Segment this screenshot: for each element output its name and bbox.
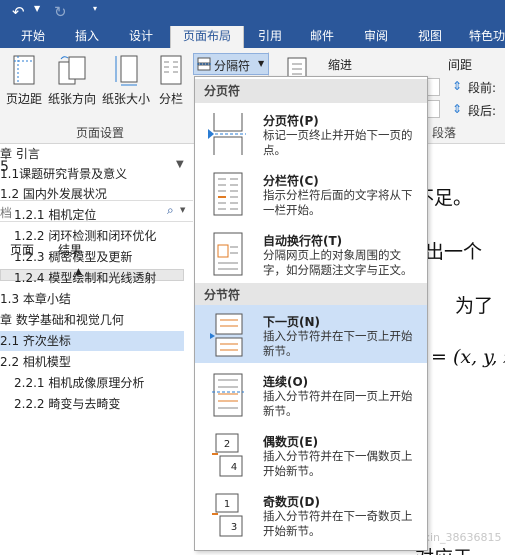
space-before-icon: ⇕ bbox=[452, 79, 463, 93]
nav-heading-item[interactable]: 章 数学基础和视觉几何 bbox=[0, 310, 184, 330]
navigation-pane: 5 ▼ 档 ⌕ ▼ 页面 结果 ▲ 章 引言 1.1课题研究背景及意义 1.2 国内… bbox=[0, 145, 193, 555]
menu-item-title: 自动换行符(T) bbox=[263, 234, 343, 248]
menu-section-page-breaks: 分页符 bbox=[195, 79, 427, 103]
columns-icon bbox=[160, 55, 182, 85]
menu-item-odd-page-section[interactable]: 1 3 奇数页(D) 插入分节符并在下一奇数页上开始新节。 bbox=[195, 485, 427, 543]
menu-item-title: 奇数页(D) bbox=[263, 495, 320, 509]
space-after-label: 段后: bbox=[468, 104, 497, 118]
spacing-label: 间距 bbox=[448, 58, 473, 72]
nav-heading-item[interactable]: 章 引言 bbox=[0, 144, 184, 164]
columns-button[interactable]: 分栏 bbox=[156, 54, 186, 107]
tab-review[interactable]: 审阅 bbox=[352, 26, 400, 48]
menu-item-text-wrapping-break[interactable]: 自动换行符(T) 分隔网页上的对象周围的文字，如分隔题注文字与正文。 bbox=[195, 224, 427, 282]
menu-item-continuous-section[interactable]: 连续(O) 插入分节符并在同一页上开始新节。 bbox=[195, 365, 427, 423]
svg-text:4: 4 bbox=[231, 462, 237, 473]
title-bar: ↶ ▼ ↻ ▾ bbox=[0, 0, 505, 26]
next-page-section-icon bbox=[208, 312, 248, 361]
text-wrapping-break-icon bbox=[208, 231, 248, 280]
svg-text:2: 2 bbox=[224, 439, 230, 450]
breaks-button[interactable]: 分隔符 ▼ bbox=[193, 53, 269, 75]
menu-item-description: 插入分节符并在下一页上开始新节。 bbox=[263, 329, 413, 358]
paragraph-group-label: 段落 bbox=[432, 126, 457, 140]
nav-heading-item[interactable]: 1.2.4 模型绘制和光线透射 bbox=[0, 268, 184, 288]
page-setup-group-label: 页面设置 bbox=[76, 126, 125, 140]
tab-home[interactable]: 开始 bbox=[8, 26, 58, 48]
svg-text:1: 1 bbox=[224, 499, 230, 510]
nav-heading-item[interactable]: 1.1课题研究背景及意义 bbox=[0, 164, 184, 184]
tab-references[interactable]: 引用 bbox=[248, 26, 292, 48]
menu-item-column-break[interactable]: 分栏符(C) 指示分栏符后面的文字将从下一栏开始。 bbox=[195, 164, 427, 222]
size-label: 纸张大小 bbox=[101, 92, 150, 106]
breaks-menu: 分页符 分节符 分页符(P) 标记一页终止并开始下一页的点。 分栏符(C) 指示分栏符… bbox=[194, 76, 428, 551]
space-before-label: 段前: bbox=[468, 81, 497, 95]
menu-item-title: 连续(O) bbox=[263, 375, 309, 389]
menu-item-description: 指示分栏符后面的文字将从下一栏开始。 bbox=[263, 188, 413, 217]
continuous-section-icon bbox=[208, 372, 248, 421]
page-break-icon bbox=[208, 111, 248, 160]
margins-label: 页边距 bbox=[5, 92, 42, 106]
menu-item-description: 插入分节符并在下一偶数页上开始新节。 bbox=[263, 449, 413, 478]
nav-heading-item[interactable]: 2.2.1 相机成像原理分析 bbox=[0, 373, 184, 393]
menu-item-description: 标记一页终止并开始下一页的点。 bbox=[263, 128, 413, 157]
nav-heading-item[interactable]: 2.2.2 畸变与去畸变 bbox=[0, 394, 184, 414]
undo-dropdown-icon[interactable]: ▼ bbox=[34, 4, 40, 13]
menu-item-page-break[interactable]: 分页符(P) 标记一页终止并开始下一页的点。 bbox=[195, 104, 427, 162]
nav-heading-item[interactable]: 2.1 齐次坐标 bbox=[0, 331, 184, 351]
nav-heading-item[interactable]: 2.2 相机模型 bbox=[0, 352, 184, 372]
menu-item-description: 插入分节符并在下一奇数页上开始新节。 bbox=[263, 509, 413, 538]
nav-heading-item[interactable]: 1.2 国内外发展状况 bbox=[0, 184, 184, 204]
tab-features[interactable]: 特色功 bbox=[462, 26, 505, 48]
margins-icon bbox=[13, 55, 35, 85]
tab-view[interactable]: 视图 bbox=[406, 26, 454, 48]
breaks-label: 分隔符 bbox=[214, 59, 251, 73]
customize-quick-access-icon[interactable]: ▾ bbox=[93, 4, 97, 13]
ribbon-tabs: 开始 插入 设计 页面布局 引用 邮件 审阅 视图 特色功 bbox=[0, 26, 505, 48]
size-button[interactable]: 纸张大小 bbox=[100, 54, 152, 107]
redo-icon[interactable]: ↻ bbox=[54, 2, 67, 22]
tab-insert[interactable]: 插入 bbox=[62, 26, 112, 48]
orientation-icon bbox=[58, 56, 86, 85]
breaks-icon bbox=[197, 57, 211, 71]
space-after-icon: ⇕ bbox=[452, 102, 463, 116]
chevron-down-icon: ▼ bbox=[258, 59, 265, 68]
menu-section-section-breaks: 分节符 bbox=[195, 283, 427, 307]
undo-icon[interactable]: ↶ bbox=[12, 2, 25, 22]
column-break-icon bbox=[208, 171, 248, 220]
doc-line-2: 出一个 bbox=[425, 241, 483, 263]
menu-item-even-page-section[interactable]: 2 4 偶数页(E) 插入分节符并在下一偶数页上开始新节。 bbox=[195, 425, 427, 483]
margins-button[interactable]: 页边距 bbox=[4, 54, 44, 107]
nav-heading-item[interactable]: 1.3 本章小结 bbox=[0, 289, 184, 309]
nav-heading-item[interactable]: 1.2.1 相机定位 bbox=[0, 205, 184, 225]
tab-page-layout[interactable]: 页面布局 bbox=[170, 26, 244, 48]
menu-item-title: 偶数页(E) bbox=[263, 435, 319, 449]
menu-item-title: 下一页(N) bbox=[263, 315, 321, 329]
menu-item-description: 分隔网页上的对象周围的文字，如分隔题注文字与正文。 bbox=[263, 248, 413, 277]
size-icon bbox=[115, 55, 138, 86]
menu-item-title: 分栏符(C) bbox=[263, 174, 319, 188]
nav-heading-item[interactable]: 1.2.3 稠密模型及更新 bbox=[0, 247, 184, 267]
nav-heading-item[interactable]: 1.2.2 闭环检测和闭环优化 bbox=[0, 226, 184, 246]
doc-formula: = (x, y, z) bbox=[431, 346, 505, 368]
menu-item-description: 插入分节符并在同一页上开始新节。 bbox=[263, 389, 413, 418]
orientation-label: 纸张方向 bbox=[47, 92, 96, 106]
tab-design[interactable]: 设计 bbox=[116, 26, 166, 48]
orientation-button[interactable]: 纸张方向 bbox=[44, 54, 100, 107]
odd-page-section-icon: 13 bbox=[208, 492, 248, 541]
menu-item-next-page-section[interactable]: 下一页(N) 插入分节符并在下一页上开始新节。 bbox=[195, 305, 427, 363]
doc-line-3: 为了 bbox=[455, 295, 494, 317]
columns-label: 分栏 bbox=[158, 92, 183, 106]
menu-item-title: 分页符(P) bbox=[263, 114, 319, 128]
even-page-section-icon: 24 bbox=[208, 432, 248, 481]
indent-label: 缩进 bbox=[328, 58, 353, 72]
svg-text:3: 3 bbox=[231, 522, 237, 533]
word-window: ↶ ▼ ↻ ▾ 开始 插入 设计 页面布局 引用 邮件 审阅 视图 特色功 页边… bbox=[0, 0, 505, 555]
tab-mailings[interactable]: 邮件 bbox=[300, 26, 344, 48]
